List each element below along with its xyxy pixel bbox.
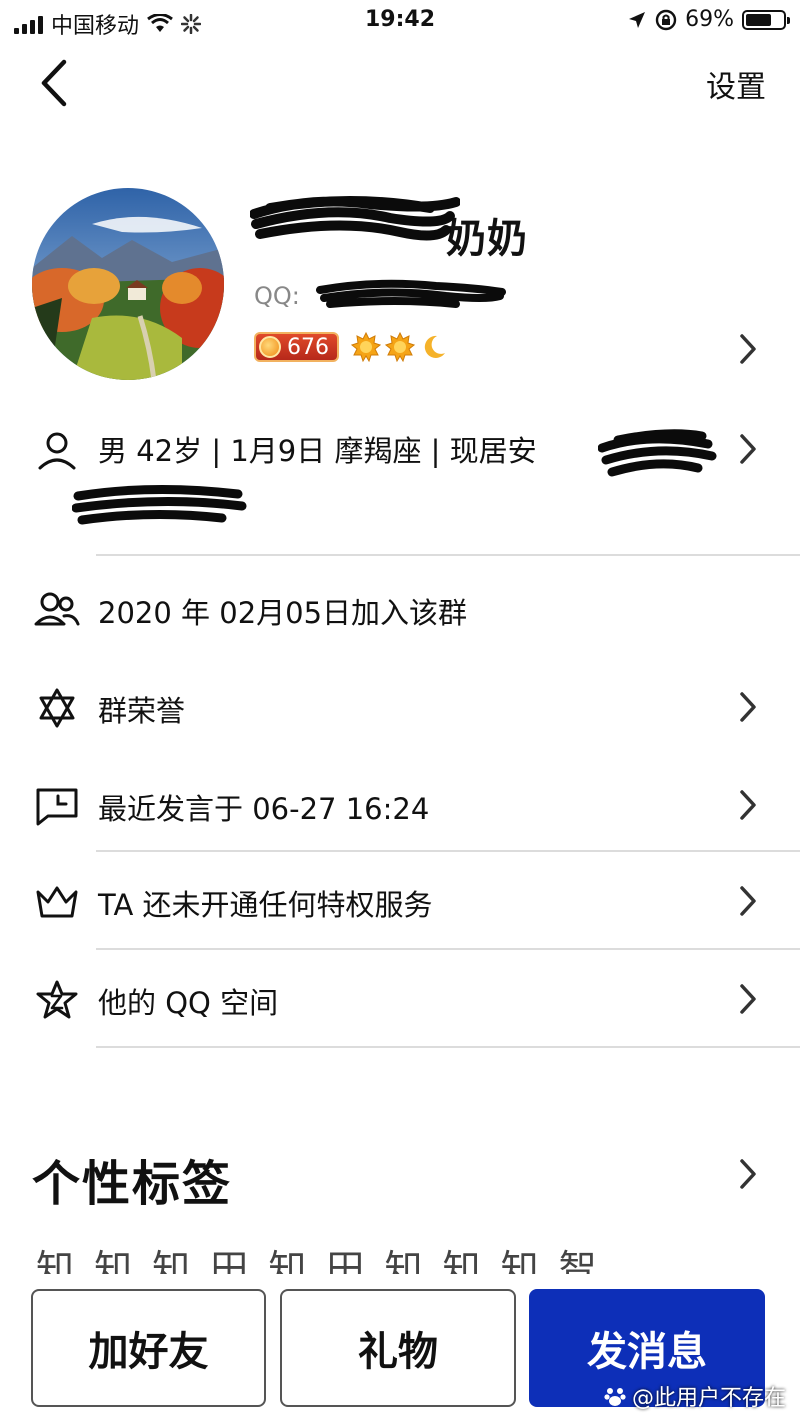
nickname: □□□□□奶奶 — [445, 216, 528, 262]
orientation-lock-icon — [655, 9, 677, 30]
basic-info-chevron-right-icon[interactable] — [738, 432, 758, 466]
gift-button[interactable]: 礼物 — [280, 1289, 516, 1407]
location-icon — [629, 11, 646, 28]
chevron-right-icon — [740, 790, 756, 820]
group-honor-label: 群荣誉 — [98, 694, 186, 728]
joined-text: 2020 年 02月05日加入该群 — [98, 596, 468, 630]
chevron-right-icon — [740, 692, 756, 722]
divider — [96, 850, 800, 852]
star-of-david-icon — [39, 688, 75, 728]
qzone-star-icon — [36, 980, 78, 1019]
battery-percent: 69% — [685, 7, 734, 32]
redaction-scribble — [316, 279, 506, 308]
paw-icon — [604, 1388, 626, 1406]
chevron-left-icon — [41, 59, 67, 107]
level-badge: 676 — [254, 332, 339, 362]
qq-number: QQ: — [254, 282, 300, 310]
badges[interactable]: 676 — [254, 332, 447, 362]
group-icon — [34, 592, 80, 626]
qzone-row[interactable]: 他的 QQ 空间 — [0, 980, 800, 1024]
group-honor-row[interactable]: 群荣誉 — [0, 688, 800, 732]
tags-section-title: 个性标签 — [32, 1156, 233, 1212]
tags-chevron-right-icon[interactable] — [738, 1157, 758, 1191]
qq-level-icons — [351, 332, 447, 362]
sun-icon — [385, 332, 415, 362]
joined-row: 2020 年 02月05日加入该群 — [0, 590, 800, 634]
level-value: 676 — [287, 334, 329, 360]
last-speak-text: 最近发言于 06-27 16:24 — [98, 792, 430, 826]
add-friend-button[interactable]: 加好友 — [31, 1289, 266, 1407]
tags-preview[interactable]: 知 知 知 田 知 田 知 知 知 智 — [36, 1238, 776, 1274]
watermark-text: @此用户不存在 — [631, 1386, 786, 1411]
chevron-right-icon — [740, 984, 756, 1014]
privilege-row[interactable]: TA 还未开通任何特权服务 — [0, 882, 800, 926]
qzone-text: 他的 QQ 空间 — [98, 986, 279, 1020]
crown-icon — [36, 886, 78, 918]
chevron-right-icon — [740, 886, 756, 916]
avatar[interactable] — [32, 188, 224, 380]
flame-icon — [259, 336, 281, 358]
battery-icon — [742, 9, 790, 30]
privilege-text: TA 还未开通任何特权服务 — [98, 888, 433, 922]
divider — [96, 554, 800, 556]
basic-info-text: 男 42岁 | 1月9日 摩羯座 | 现居安 — [98, 434, 537, 468]
divider — [96, 1046, 800, 1048]
profile-chevron-right-icon[interactable] — [738, 332, 758, 366]
watermark: @此用户不存在 — [604, 1380, 786, 1412]
divider — [96, 948, 800, 950]
basic-info-row[interactable]: 男 42岁 | 1月9日 摩羯座 | 现居安 — [0, 428, 800, 538]
sun-icon — [351, 332, 381, 362]
person-icon — [38, 432, 76, 470]
last-speak-row[interactable]: 最近发言于 06-27 16:24 — [0, 786, 800, 830]
settings-button[interactable]: 设置 — [706, 62, 766, 106]
message-clock-icon — [36, 788, 78, 826]
moon-icon — [424, 335, 445, 358]
status-bar: 中国移动 19:42 69% — [0, 0, 800, 40]
back-button[interactable] — [34, 56, 74, 110]
